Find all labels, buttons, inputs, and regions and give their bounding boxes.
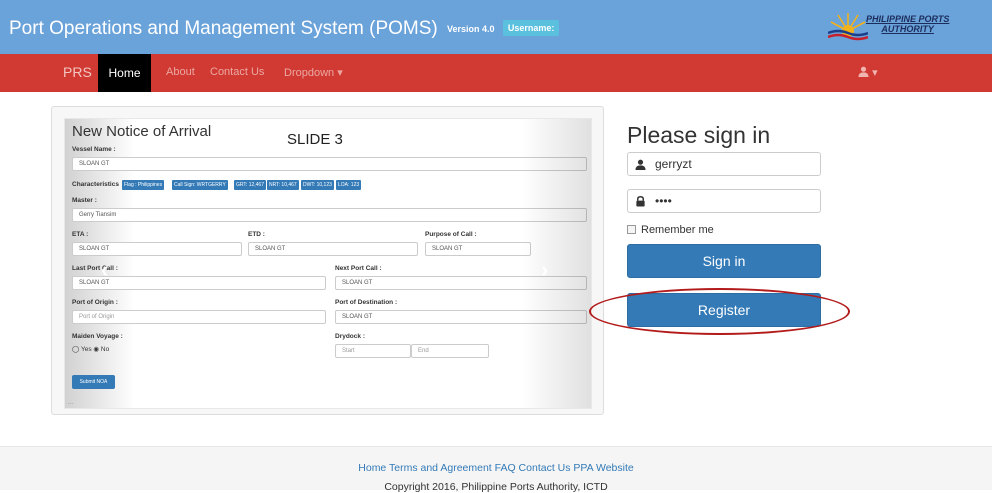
next-port-input[interactable]: SLOAN GT bbox=[335, 276, 587, 290]
logo-text-line1: PHILIPPINE PORTS bbox=[866, 14, 950, 24]
username-input[interactable] bbox=[655, 156, 815, 172]
nav-item-home[interactable]: Home bbox=[98, 54, 151, 92]
username-field[interactable] bbox=[627, 152, 821, 176]
slide-form-title: New Notice of Arrival bbox=[72, 123, 212, 140]
drydock-label: Drydock : bbox=[335, 333, 365, 340]
eta-input[interactable]: SLOAN GT bbox=[72, 242, 242, 256]
password-addon bbox=[628, 190, 652, 212]
navbar-brand[interactable]: PRS bbox=[63, 64, 92, 80]
master-input[interactable]: Gerry Tiansim bbox=[72, 208, 587, 222]
top-header: Port Operations and Management System (P… bbox=[0, 0, 992, 54]
last-port-label: Last Port Call : bbox=[72, 265, 118, 272]
vessel-name-label: Vessel Name : bbox=[72, 146, 116, 153]
user-icon bbox=[858, 66, 869, 77]
chip-nrt: NRT: 10,467 bbox=[267, 180, 299, 190]
eta-label: ETA : bbox=[72, 231, 89, 238]
version-label: Version 4.0 bbox=[447, 24, 495, 34]
remember-me-label: Remember me bbox=[641, 224, 714, 236]
register-button[interactable]: Register bbox=[627, 293, 821, 327]
chip-grt: GRT: 12,467 bbox=[234, 180, 266, 190]
chip-loa: LOA: 123 bbox=[336, 180, 362, 190]
password-field[interactable] bbox=[627, 189, 821, 213]
destination-label: Port of Destination : bbox=[335, 299, 398, 306]
user-icon bbox=[634, 159, 646, 170]
signin-button[interactable]: Sign in bbox=[627, 244, 821, 278]
characteristics-label: Characteristics bbox=[72, 181, 119, 188]
logo-text-line2: AUTHORITY bbox=[881, 24, 934, 34]
radio-yes-label: Yes bbox=[80, 346, 92, 353]
slide-dots: ... bbox=[68, 400, 74, 406]
sun-logo-icon bbox=[828, 13, 868, 41]
carousel-next-icon[interactable]: › bbox=[541, 257, 548, 283]
chip-dwt: DWT: 10,123 bbox=[301, 180, 334, 190]
drydock-end-input[interactable]: End bbox=[411, 344, 489, 358]
purpose-label: Purpose of Call : bbox=[425, 231, 477, 238]
user-menu[interactable]: ▾ bbox=[858, 66, 878, 79]
drydock-start-input[interactable]: Start bbox=[335, 344, 411, 358]
nav-item-about[interactable]: About bbox=[166, 66, 195, 78]
etd-input[interactable]: SLOAN GT bbox=[248, 242, 418, 256]
user-menu-caret: ▾ bbox=[872, 67, 878, 79]
carousel-prev-icon[interactable]: ‹ bbox=[101, 257, 108, 283]
carousel: New Notice of Arrival SLIDE 3 Vessel Nam… bbox=[51, 106, 604, 415]
origin-input[interactable]: Port of Origin bbox=[72, 310, 326, 324]
page-footer: Home Terms and Agreement FAQ Contact Us … bbox=[0, 446, 992, 493]
main-navbar: PRS Home About Contact Us Dropdown ▾ ▾ bbox=[0, 54, 992, 92]
password-input[interactable] bbox=[655, 193, 815, 209]
footer-links-text[interactable]: Home Terms and Agreement FAQ Contact Us … bbox=[358, 462, 633, 474]
app-title-text: Port Operations and Management System (P… bbox=[9, 18, 438, 39]
nav-item-dropdown[interactable]: Dropdown ▾ bbox=[284, 66, 343, 79]
next-port-label: Next Port Call : bbox=[335, 265, 382, 272]
carousel-slide: New Notice of Arrival SLIDE 3 Vessel Nam… bbox=[64, 118, 592, 409]
copyright-text: Copyright 2016, Philippine Ports Authori… bbox=[384, 481, 608, 493]
chip-call-sign: Call Sign: WRTGERRY bbox=[172, 180, 228, 190]
signin-heading: Please sign in bbox=[627, 122, 771, 148]
vessel-name-input[interactable]: SLOAN GT bbox=[72, 157, 587, 171]
last-port-input[interactable]: SLOAN GT bbox=[72, 276, 326, 290]
radio-yes-icon[interactable]: ◯ bbox=[72, 346, 79, 353]
maiden-voyage-label: Maiden Voyage : bbox=[72, 333, 123, 340]
footer-links: Home Terms and Agreement FAQ Contact Us … bbox=[0, 462, 992, 474]
maiden-voyage-options: ◯ Yes ◉ No bbox=[72, 345, 109, 353]
radio-no-icon[interactable]: ◉ bbox=[93, 346, 99, 353]
app-title: Port Operations and Management System (P… bbox=[9, 18, 560, 40]
origin-label: Port of Origin : bbox=[72, 299, 118, 306]
slide-number-label: SLIDE 3 bbox=[287, 131, 343, 148]
ppa-logo: PHILIPPINE PORTS AUTHORITY bbox=[828, 11, 960, 41]
username-addon bbox=[628, 153, 652, 175]
nav-item-contact-us[interactable]: Contact Us bbox=[210, 66, 264, 78]
username-badge: Username: bbox=[502, 20, 560, 36]
logo-text: PHILIPPINE PORTS AUTHORITY bbox=[866, 14, 949, 34]
master-label: Master : bbox=[72, 197, 97, 204]
purpose-input[interactable]: SLOAN GT bbox=[425, 242, 531, 256]
etd-label: ETD : bbox=[248, 231, 265, 238]
chip-flag: Flag : Philippines bbox=[122, 180, 165, 190]
destination-input[interactable]: SLOAN GT bbox=[335, 310, 587, 324]
remember-me-checkbox[interactable] bbox=[627, 225, 636, 234]
submit-noa-button[interactable]: Submit NOA bbox=[72, 375, 115, 389]
remember-me[interactable]: Remember me bbox=[627, 224, 714, 236]
lock-icon bbox=[635, 195, 645, 207]
radio-no-label: No bbox=[100, 346, 110, 353]
